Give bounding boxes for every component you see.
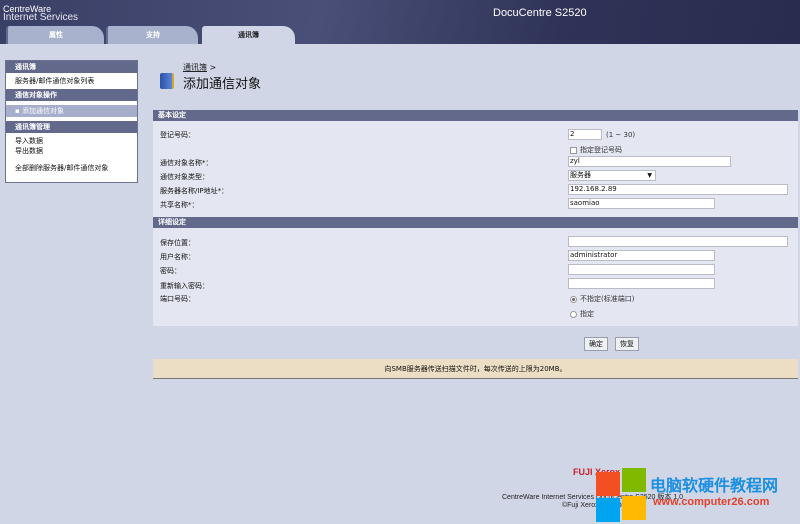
windows-logo-icon: [596, 468, 648, 522]
server-label: 服务器名称/IP地址*：: [160, 187, 229, 195]
watermark-title: 电脑软硬件教程网: [650, 478, 779, 495]
sidebar-item-list[interactable]: 服务器/邮件通信对象列表: [6, 75, 137, 87]
breadcrumb-link[interactable]: 通讯簿: [183, 63, 207, 72]
user-input[interactable]: administrator: [568, 250, 715, 261]
port-label: 端口号码：: [160, 295, 195, 303]
password-confirm-label: 重新输入密码：: [160, 282, 209, 290]
address-book-icon: [160, 73, 174, 89]
header: CentreWare Internet Services DocuCentre …: [0, 0, 800, 44]
user-label: 用户名称：: [160, 253, 195, 261]
password-label: 密码：: [160, 267, 181, 275]
checkbox[interactable]: [570, 146, 577, 154]
sidebar-item-delete-all[interactable]: 全部删除服务器/邮件通信对象: [6, 162, 137, 174]
port-default-radio[interactable]: 不指定(标准端口): [570, 294, 634, 304]
breadcrumb: 通讯簿 >: [183, 62, 216, 73]
watermark-url: www.computer26.com: [653, 496, 770, 508]
port-specify-radio[interactable]: 指定: [570, 309, 594, 319]
sidebar-item-import[interactable]: 导入数据: [6, 136, 137, 146]
tab-address-book[interactable]: 通讯簿: [202, 26, 295, 44]
tab-support[interactable]: 支持: [106, 26, 198, 44]
restore-button[interactable]: 恢复: [615, 337, 639, 351]
device-model: DocuCentre S2520: [493, 7, 587, 19]
radio[interactable]: [570, 295, 577, 303]
name-input[interactable]: zyl: [568, 156, 731, 167]
save-location-input[interactable]: [568, 236, 788, 247]
section-basic: 基本设定: [153, 110, 798, 121]
share-label: 共享名称*：: [160, 201, 199, 209]
ok-button[interactable]: 确定: [584, 337, 608, 351]
sidebar-heading: 通信对象操作: [6, 89, 137, 101]
tab-properties[interactable]: 属性: [6, 26, 104, 44]
sidebar-heading: 通讯簿: [6, 61, 137, 73]
brand-subtitle: Internet Services: [3, 12, 79, 23]
sidebar-item-label: 添加通信对象: [21, 107, 64, 115]
section-detail: 详细设定: [153, 217, 798, 228]
radio-label: 不指定(标准端口): [580, 295, 635, 303]
radio[interactable]: [570, 310, 577, 318]
radio-label: 指定: [580, 310, 594, 318]
type-select[interactable]: 服务器 ▼: [568, 170, 656, 181]
password-confirm-input[interactable]: [568, 278, 715, 289]
sidebar-heading: 通讯簿管理: [6, 121, 137, 133]
type-value: 服务器: [570, 171, 591, 179]
share-input[interactable]: saomiao: [568, 198, 715, 209]
reg-range: (1 ~ 30): [606, 131, 636, 139]
server-input[interactable]: 192.168.2.89: [568, 184, 788, 195]
reg-number-input[interactable]: 2: [568, 129, 602, 140]
type-label: 通信对象类型：: [160, 173, 209, 181]
sidebar: 通讯簿 服务器/邮件通信对象列表 通信对象操作 ▪ 添加通信对象 通讯簿管理 导…: [5, 60, 138, 183]
name-label: 通信对象名称*：: [160, 159, 213, 167]
breadcrumb-sep: >: [209, 63, 217, 72]
checkbox-label: 指定登记号码: [580, 146, 622, 154]
page-title: 添加通信对象: [183, 77, 262, 92]
info-message: 向SMB服务器传送扫描文件时，每次传送的上限为20MB。: [153, 359, 798, 379]
save-label: 保存位置：: [160, 239, 195, 247]
password-input[interactable]: [568, 264, 715, 275]
sidebar-item-export[interactable]: 导出数据: [6, 146, 137, 156]
sidebar-item-add[interactable]: ▪ 添加通信对象: [6, 105, 137, 117]
reg-checkbox[interactable]: 指定登记号码: [570, 145, 622, 155]
reg-label: 登记号码：: [160, 131, 195, 139]
chevron-down-icon: ▼: [647, 172, 652, 179]
